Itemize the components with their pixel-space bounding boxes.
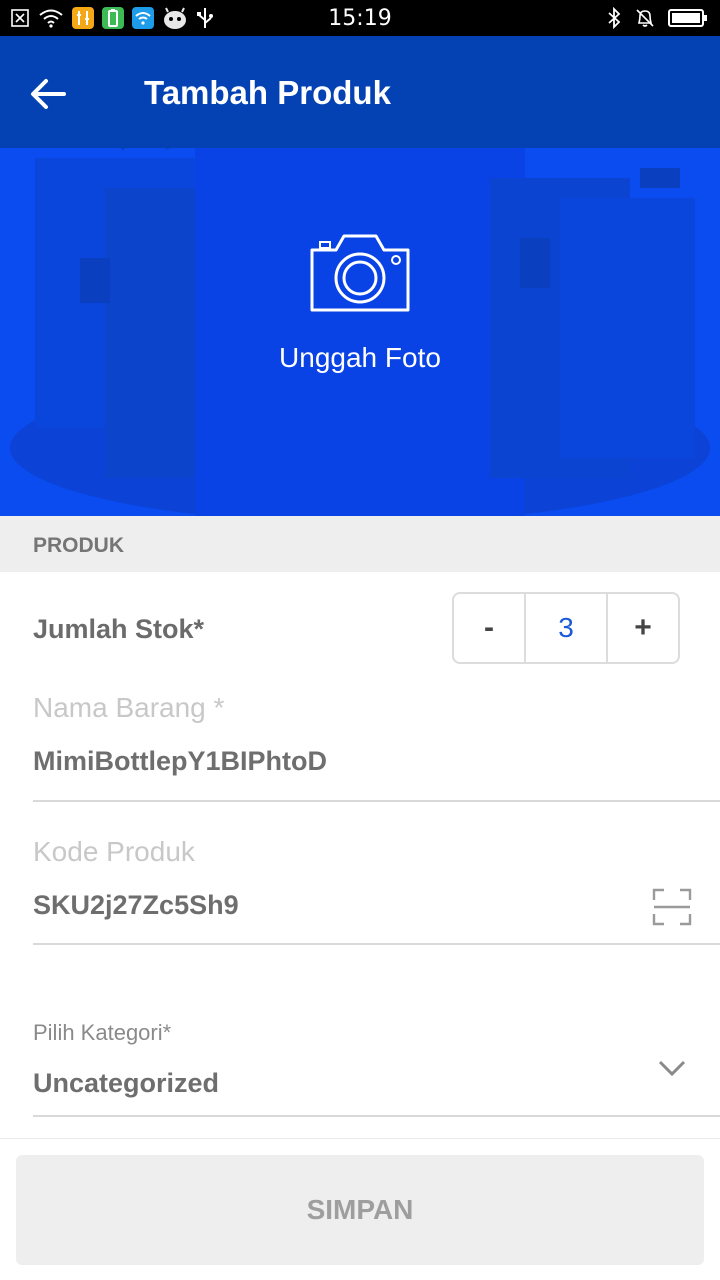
barcode-scan-button[interactable] — [652, 888, 692, 926]
product-name-underline — [33, 800, 720, 802]
save-button[interactable]: SIMPAN — [16, 1155, 704, 1265]
category-dropdown-button[interactable] — [656, 1056, 688, 1080]
status-bar: 15:19 — [0, 0, 720, 36]
silent-bell-icon — [634, 7, 656, 29]
photo-upload-banner: Unggah Foto — [0, 148, 720, 516]
footer-bar: SIMPAN — [0, 1138, 720, 1280]
section-header-produk: PRODUK — [0, 516, 720, 572]
section-title: PRODUK — [33, 534, 125, 557]
camera-icon — [310, 234, 410, 312]
product-code-input[interactable]: SKU2j27Zc5Sh9 — [33, 890, 239, 921]
back-button[interactable] — [26, 72, 70, 116]
category-label: Pilih Kategori* — [33, 1020, 172, 1045]
scan-frame-icon — [652, 888, 692, 926]
upload-photo-label: Unggah Foto — [279, 342, 441, 373]
app-bar: Tambah Produk — [0, 36, 720, 148]
upload-photo-button[interactable]: Unggah Foto — [230, 220, 490, 390]
product-code-label: Kode Produk — [33, 836, 195, 867]
chevron-down-icon — [658, 1060, 686, 1077]
category-underline — [33, 1115, 720, 1117]
battery-icon — [668, 8, 708, 28]
quantity-stepper: - 3 + — [452, 592, 680, 664]
back-arrow-icon — [31, 79, 66, 109]
decrement-button[interactable]: - — [454, 594, 524, 662]
stock-value[interactable]: 3 — [524, 594, 608, 662]
bluetooth-icon — [606, 7, 622, 29]
product-name-label: Nama Barang * — [33, 692, 225, 723]
status-icons-right — [606, 6, 708, 30]
increment-button[interactable]: + — [608, 594, 678, 662]
category-select[interactable]: Uncategorized — [33, 1068, 219, 1099]
product-code-underline — [33, 943, 720, 945]
page-title: Tambah Produk — [144, 74, 391, 111]
product-name-input[interactable]: MimiBottlepY1BIPhtoD — [33, 746, 327, 777]
stock-label: Jumlah Stok* — [33, 614, 205, 644]
